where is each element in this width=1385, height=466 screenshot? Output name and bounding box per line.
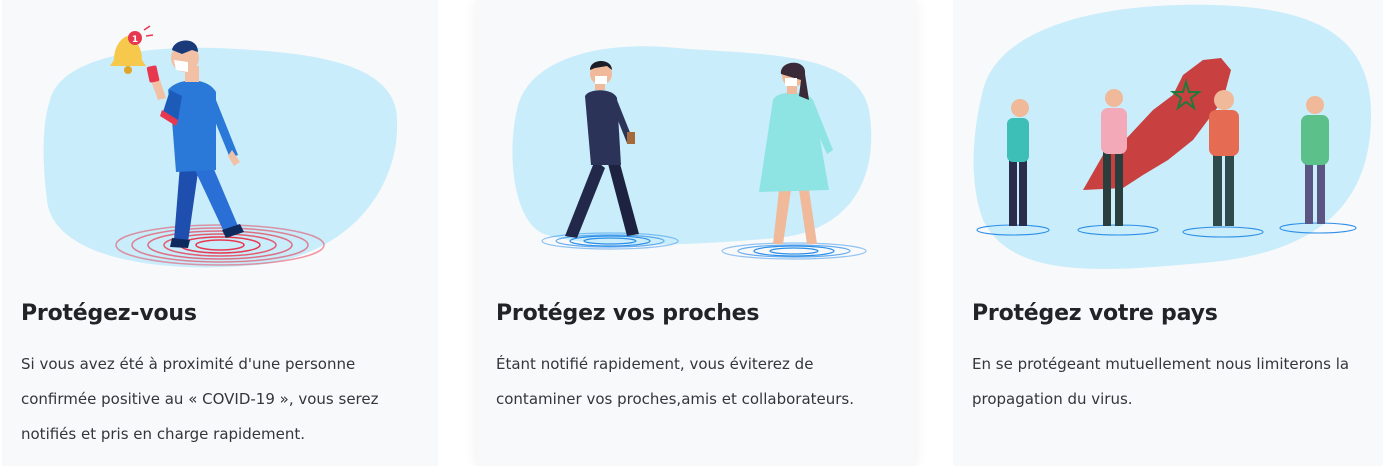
person-phone-illustration: 1 bbox=[43, 25, 398, 268]
card-title: Protégez votre pays bbox=[972, 301, 1218, 326]
feature-card-protect-yourself: 1 Protégez-vous Si vous avez été à proxi… bbox=[2, 0, 438, 466]
two-people-illustration bbox=[512, 46, 872, 260]
card-title: Protégez-vous bbox=[21, 301, 197, 326]
feature-card-protect-country: Protégez votre pays En se protégeant mut… bbox=[953, 0, 1383, 466]
country-map-illustration bbox=[973, 4, 1372, 269]
card-description: Étant notifié rapidement, vous éviterez … bbox=[496, 355, 855, 408]
card-title: Protégez vos proches bbox=[496, 301, 760, 326]
notification-badge-count: 1 bbox=[132, 35, 138, 45]
card-description: Si vous avez été à proximité d'une perso… bbox=[21, 355, 379, 443]
safe-ripple-rings-right bbox=[721, 242, 867, 260]
feature-card-protect-relatives: Protégez vos proches Étant notifié rapid… bbox=[477, 0, 915, 466]
card-description: En se protégeant mutuellement nous limit… bbox=[972, 355, 1350, 408]
